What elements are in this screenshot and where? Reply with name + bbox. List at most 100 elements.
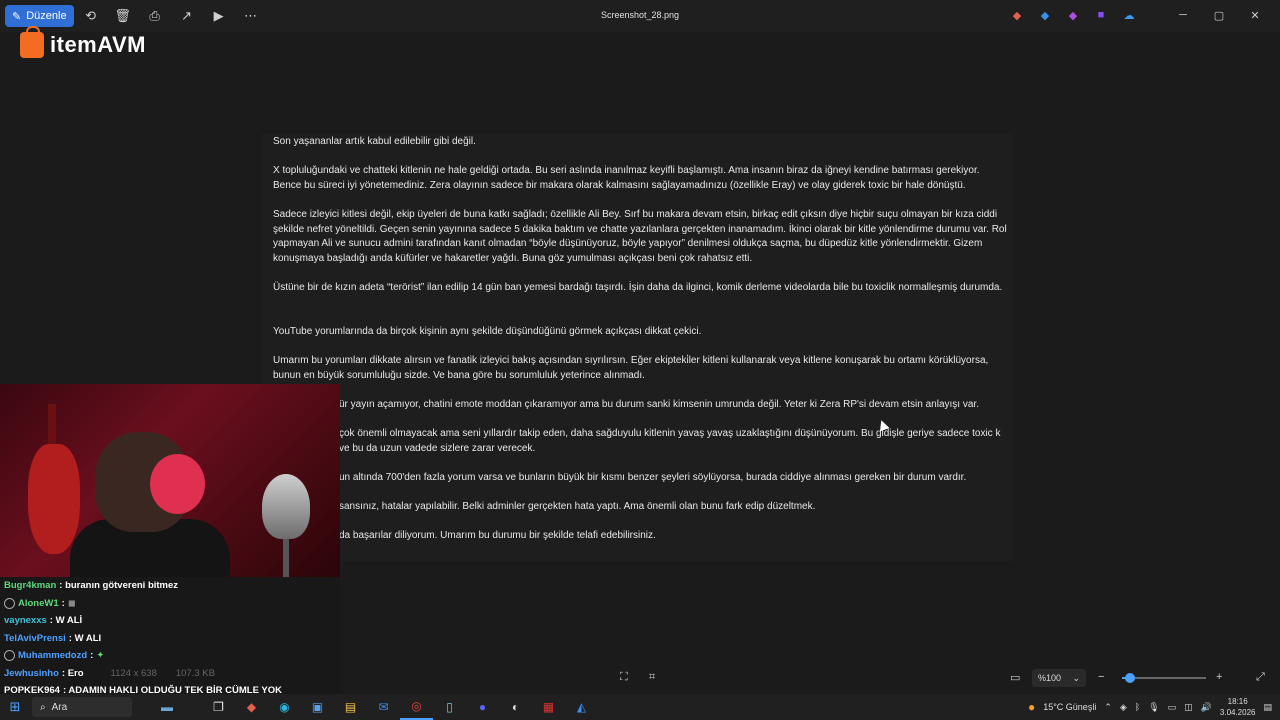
crop-icon[interactable]: ⛶ bbox=[620, 671, 628, 684]
network-icon[interactable]: ◫ bbox=[1184, 702, 1193, 713]
badge-icon bbox=[4, 650, 15, 662]
share-icon[interactable]: ↗ bbox=[172, 5, 202, 27]
maximize-button[interactable]: ▢ bbox=[1204, 4, 1234, 26]
more-icon[interactable]: ⋯ bbox=[236, 5, 266, 27]
store-icon[interactable]: ▣ bbox=[301, 694, 334, 720]
webcam-overlay bbox=[0, 384, 340, 577]
slideshow-icon[interactable]: ▶ bbox=[204, 5, 234, 27]
search-icon: ⌕ bbox=[40, 701, 46, 713]
delete-icon[interactable]: 🗑 bbox=[108, 5, 138, 27]
fit-icon[interactable]: ▭ bbox=[1010, 671, 1020, 684]
clipchamp-icon[interactable]: ◆ bbox=[1062, 4, 1084, 26]
fullscreen-icon[interactable]: ⤢ bbox=[1256, 671, 1265, 684]
designer-icon[interactable]: ◆ bbox=[1034, 4, 1056, 26]
stream-app-icon[interactable]: ▦ bbox=[532, 694, 565, 720]
paragraph: ür yayın açamıyor, chatini emote moddan … bbox=[339, 399, 979, 410]
system-tray: ● 15°C Güneşli ⌃ ◈ ᛒ 🎙 ▭ ◫ 🔊 18:16 3.04.… bbox=[1028, 694, 1272, 720]
search-label: Ara bbox=[51, 701, 68, 713]
chat-username: vaynexxs bbox=[4, 615, 47, 627]
zoom-select[interactable]: %100 ⌄ bbox=[1032, 669, 1086, 687]
mic-stand bbox=[283, 534, 289, 577]
bag-icon bbox=[20, 26, 44, 58]
brand-logo: itemAVM bbox=[20, 26, 147, 58]
onedrive-icon[interactable]: ☁ bbox=[1118, 4, 1140, 26]
notification-icon[interactable]: ▤ bbox=[1263, 702, 1272, 713]
chat-message: TelAvivPrensi : W ALI bbox=[0, 630, 340, 648]
task-view-icon[interactable]: ❐ bbox=[202, 694, 235, 720]
close-button[interactable]: ✕ bbox=[1240, 4, 1270, 26]
chevron-down-icon: ⌄ bbox=[1072, 672, 1080, 683]
chat-text: : Ero bbox=[61, 667, 84, 679]
copilot-icon[interactable]: ◆ bbox=[1006, 4, 1028, 26]
chat-text: : W ALI bbox=[68, 632, 102, 644]
weather-sun-icon: ● bbox=[1027, 700, 1036, 714]
paragraph: da başarılar diliyorum. Umarım bu durumu… bbox=[339, 530, 656, 541]
edge-icon[interactable]: ◉ bbox=[268, 694, 301, 720]
stream-chat: Bugr4kman : buranın götvereni bitmez Alo… bbox=[0, 577, 340, 697]
copilot-icon[interactable]: ◆ bbox=[235, 694, 268, 720]
chat-message: Muhammedozd : ✦ bbox=[0, 647, 340, 665]
volume-icon[interactable]: 🔊 bbox=[1201, 702, 1212, 713]
discord-icon[interactable]: ● bbox=[466, 694, 499, 720]
microphone-icon[interactable]: 🎙 bbox=[1148, 702, 1159, 713]
paragraph: sansınız, hatalar yapılabilir. Belki adm… bbox=[339, 501, 816, 512]
chat-message: Bugr4kman : buranın götvereni bitmez bbox=[0, 577, 340, 595]
file-explorer-icon[interactable]: ▤ bbox=[334, 694, 367, 720]
paragraph: YouTube yorumlarında da birçok kişinin a… bbox=[273, 326, 702, 337]
image-document: Son yaşananlar artık kabul edilebilir gi… bbox=[262, 133, 1014, 561]
app-icon[interactable]: ■ bbox=[1090, 4, 1112, 26]
emote-icon: ◼ bbox=[67, 597, 76, 609]
chat-message: Jewhusinho : Ero 1124 x 638 107.3 KB bbox=[0, 665, 340, 683]
paragraph: çok önemli olmayacak ama seni yıllardır … bbox=[339, 428, 1001, 454]
zoom-in-icon[interactable]: + bbox=[1216, 671, 1222, 683]
scan-icon[interactable]: ⌗ bbox=[649, 671, 655, 684]
edit-button[interactable]: ✎ Düzenle bbox=[5, 5, 74, 27]
taskbar: ⊞ ⌕ Ara ▬ ❐ ◆ ◉ ▣ ▤ ✉ ◎ ▯ ● ◐ ▦ ◭ ● 15°C… bbox=[0, 694, 1280, 720]
battery-icon[interactable]: ▭ bbox=[1168, 702, 1177, 713]
title-bar: ✎ Düzenle ⟲ 🗑 ⎙ ↗ ▶ ⋯ Screenshot_28.png … bbox=[0, 0, 1280, 32]
logo-text-left: item bbox=[50, 32, 98, 57]
edit-icon: ✎ bbox=[12, 10, 22, 23]
paragraph: Sadece izleyici kitlesi değil, ekip üyel… bbox=[273, 209, 1007, 264]
chat-username: Jewhusinho bbox=[4, 667, 59, 679]
clock-time: 18:16 bbox=[1227, 697, 1248, 706]
chat-username: TelAvivPrensi bbox=[4, 632, 66, 644]
chat-text: : buranın götvereni bitmez bbox=[59, 580, 179, 592]
chat-text: : bbox=[61, 597, 65, 609]
paragraph: Üstüne bir de kızın adeta “terörist” ila… bbox=[273, 282, 1003, 293]
minimize-button[interactable]: ─ bbox=[1168, 4, 1198, 26]
clock-date: 3.04.2026 bbox=[1219, 708, 1256, 717]
zoom-slider-thumb[interactable] bbox=[1125, 673, 1136, 683]
tray-app-icon[interactable]: ◈ bbox=[1120, 702, 1127, 713]
zoom-slider[interactable] bbox=[1122, 673, 1206, 683]
zoom-value: %100 bbox=[1038, 673, 1062, 683]
photos-icon[interactable]: ◭ bbox=[565, 694, 598, 720]
headphone bbox=[150, 454, 205, 514]
weather-text[interactable]: 15°C Güneşli bbox=[1043, 702, 1096, 712]
chevron-up-icon[interactable]: ⌃ bbox=[1104, 702, 1112, 713]
print-icon[interactable]: ⎙ bbox=[140, 5, 170, 27]
chat-message: vaynexxs : W ALİ bbox=[0, 612, 340, 630]
paragraph: Umarım bu yorumları dikkate alırsın ve f… bbox=[273, 355, 989, 381]
paragraph: Son yaşananlar artık kabul edilebilir gi… bbox=[273, 136, 476, 147]
taskbar-search[interactable]: ⌕ Ara bbox=[32, 697, 132, 717]
chat-username: AloneW1 bbox=[18, 597, 59, 609]
clock[interactable]: 18:16 3.04.2026 bbox=[1220, 696, 1256, 718]
chat-username: Bugr4kman bbox=[4, 580, 57, 592]
paragraph: X topluluğundaki ve chatteki kitlenin ne… bbox=[273, 165, 980, 191]
zoom-out-icon[interactable]: − bbox=[1098, 671, 1104, 683]
notepad-icon[interactable]: ▯ bbox=[433, 694, 466, 720]
guitar bbox=[28, 444, 80, 554]
logo-text-right: AVM bbox=[97, 32, 147, 57]
chat-text: : bbox=[90, 650, 94, 662]
paragraph: un altında 700'den fazla yorum varsa ve … bbox=[339, 472, 967, 483]
widget-icon[interactable]: ▬ bbox=[132, 694, 202, 720]
rotate-icon[interactable]: ⟲ bbox=[76, 5, 106, 27]
obs-icon[interactable]: ◐ bbox=[499, 694, 532, 720]
bluetooth-icon[interactable]: ᛒ bbox=[1135, 702, 1140, 712]
outlook-icon[interactable]: ✉ bbox=[367, 694, 400, 720]
microphone bbox=[262, 474, 310, 539]
chat-text: : W ALİ bbox=[49, 615, 83, 627]
windows-start-icon[interactable]: ⊞ bbox=[0, 699, 30, 715]
chrome-icon[interactable]: ◎ bbox=[400, 694, 433, 720]
